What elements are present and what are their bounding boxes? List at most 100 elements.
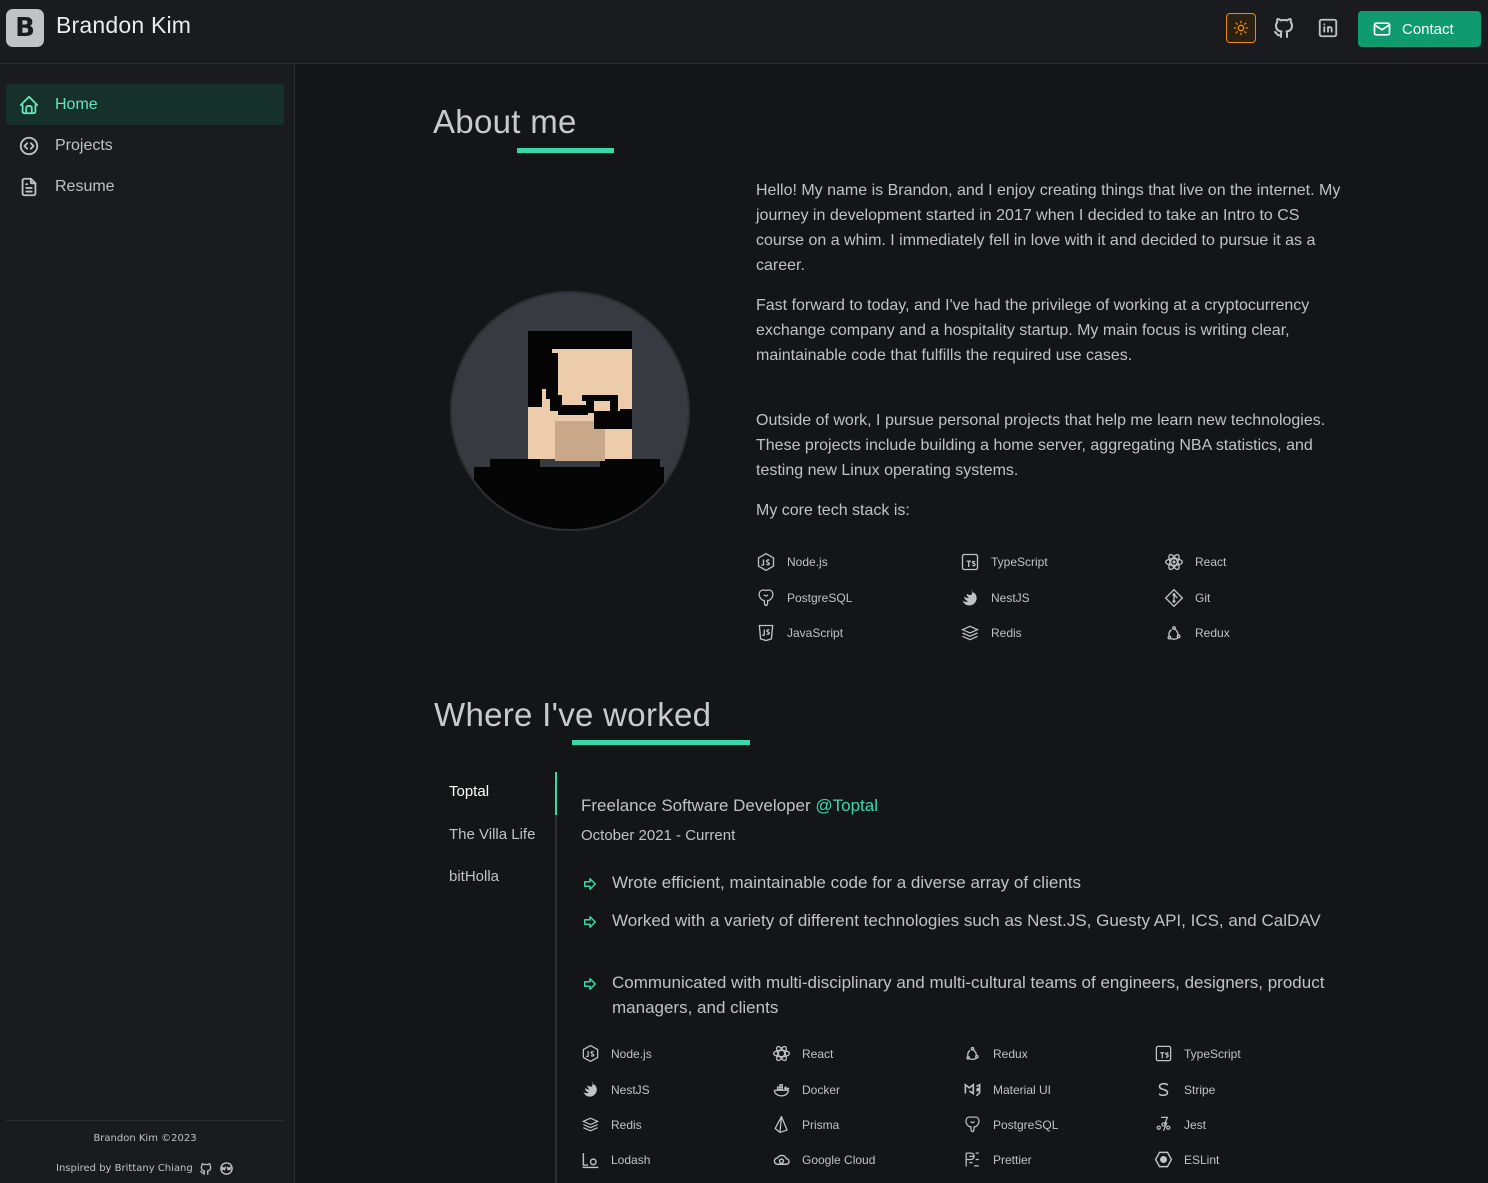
footer-copyright: Brandon Kim ©2023 (93, 1133, 197, 1144)
prisma-icon (774, 1115, 788, 1134)
code-circle-icon (19, 136, 39, 155)
file-text-icon (21, 177, 37, 196)
redux-icon (966, 1046, 979, 1060)
sidebar-item-home[interactable]: Home (6, 84, 284, 125)
tech-item: Node.js (581, 1044, 652, 1063)
avatar (450, 291, 690, 531)
tech-item: Redis (960, 623, 1022, 643)
tech-item: NestJS (581, 1080, 650, 1099)
job-role: Freelance Software Developer (581, 796, 811, 815)
jest-icon (1156, 1116, 1171, 1132)
tech-item: PostgreSQL (963, 1115, 1058, 1134)
footer-inspired-text[interactable]: Inspired by Brittany Chiang (56, 1163, 193, 1174)
tech-item: Docker (772, 1080, 840, 1099)
sidebar-item-projects[interactable]: Projects (6, 125, 284, 166)
home-icon (19, 95, 39, 114)
core-stack-label: My core tech stack is: (756, 502, 910, 519)
contact-label: Contact (1402, 20, 1454, 38)
eslint-icon (1154, 1151, 1173, 1168)
postgresql-icon (758, 589, 774, 607)
tabs-divider (555, 772, 557, 1183)
tech-item: Jest (1154, 1115, 1206, 1134)
nestjs-icon (583, 1081, 597, 1097)
sidebar-item-label: Projects (55, 136, 113, 154)
sidebar-item-resume[interactable]: Resume (6, 166, 284, 207)
company-link[interactable]: @Toptal (815, 796, 878, 815)
contact-button[interactable]: Contact (1358, 11, 1481, 47)
tech-item: NestJS (960, 588, 1030, 608)
sidebar-item-label: Home (55, 95, 98, 113)
site-title[interactable]: Brandon Kim (56, 12, 191, 39)
tech-item: Git (1164, 588, 1210, 608)
github-icon (1274, 18, 1293, 38)
typescript-icon (961, 553, 979, 571)
sidebar-item-label: Resume (55, 177, 115, 195)
arrow-right-icon (584, 916, 596, 928)
lodash-icon (582, 1153, 599, 1169)
sun-icon (1233, 20, 1249, 36)
bio-paragraph-3: Outside of work, I pursue personal proje… (756, 412, 1326, 479)
theme-toggle-button[interactable] (1226, 13, 1256, 43)
logo[interactable]: B (6, 9, 44, 47)
pixel-avatar-image (474, 331, 664, 529)
tab-active-indicator (555, 772, 557, 815)
prettier-icon (965, 1152, 979, 1167)
world-www-icon[interactable] (219, 1161, 234, 1176)
tech-item: Redux (963, 1044, 1028, 1063)
nodejs-icon (582, 1044, 599, 1063)
mail-icon (1373, 22, 1391, 36)
stripe-icon (1158, 1082, 1169, 1097)
work-heading-underline (572, 740, 750, 745)
sidebar-divider (6, 1120, 284, 1121)
tech-item: Lodash (581, 1150, 650, 1169)
tech-item: TypeScript (1154, 1044, 1241, 1063)
footer-inspired: Inspired by Brittany Chiang (56, 1161, 234, 1176)
bio-paragraph-1: Hello! My name is Brandon, and I enjoy c… (756, 182, 1341, 274)
about-heading: About me (433, 103, 577, 140)
docker-icon (773, 1084, 790, 1097)
job-dates: October 2021 - Current (581, 827, 736, 844)
typescript-icon (1155, 1045, 1172, 1062)
tech-item: React (1164, 552, 1226, 572)
about-heading-underline (517, 148, 614, 153)
react-icon (1165, 553, 1183, 571)
tech-item: ESLint (1154, 1150, 1219, 1169)
tab-toptal[interactable]: Toptal (449, 783, 489, 800)
tab-bitholla[interactable]: bitHolla (449, 868, 499, 885)
job-bullet: Communicated with multi-disciplinary and… (581, 971, 1331, 1020)
job-bullet: Worked with a variety of different techn… (581, 909, 1331, 934)
tech-item: Prettier (963, 1150, 1032, 1169)
redis-icon (581, 1117, 600, 1132)
javascript-icon (758, 624, 774, 642)
tech-item: Node.js (756, 552, 828, 572)
redux-icon (1167, 626, 1181, 640)
google-cloud-icon (773, 1154, 790, 1165)
tech-item: PostgreSQL (756, 588, 852, 608)
github-button[interactable] (1269, 13, 1299, 43)
redis-icon (960, 625, 980, 641)
nestjs-icon (962, 589, 977, 606)
tab-the-villa-life[interactable]: The Villa Life (449, 826, 535, 843)
git-icon (1164, 588, 1184, 608)
linkedin-icon (1318, 18, 1338, 38)
tech-item: Redux (1164, 623, 1230, 643)
tech-item: Material UI (963, 1080, 1051, 1099)
tech-item: TypeScript (960, 552, 1048, 572)
bio-paragraph-2: Fast forward to today, and I've had the … (756, 297, 1310, 364)
job-bullet: Wrote efficient, maintainable code for a… (581, 871, 1331, 896)
material-ui-icon (964, 1083, 981, 1097)
arrow-right-icon (584, 978, 596, 990)
work-heading: Where I've worked (434, 696, 712, 733)
postgresql-icon (965, 1116, 980, 1133)
tech-item: Redis (581, 1115, 642, 1134)
github-icon[interactable] (199, 1162, 213, 1176)
linkedin-button[interactable] (1313, 13, 1343, 43)
tech-item: Google Cloud (772, 1150, 875, 1169)
tech-item: JavaScript (756, 623, 843, 643)
tech-item: Prisma (772, 1115, 839, 1134)
react-icon (772, 1045, 791, 1062)
nodejs-icon (757, 552, 775, 572)
sidebar: Home Projects Resume Brandon Kim ©2023 I… (0, 64, 295, 1183)
tech-item: Stripe (1154, 1080, 1215, 1099)
job-title: Freelance Software Developer @Toptal (581, 796, 878, 816)
